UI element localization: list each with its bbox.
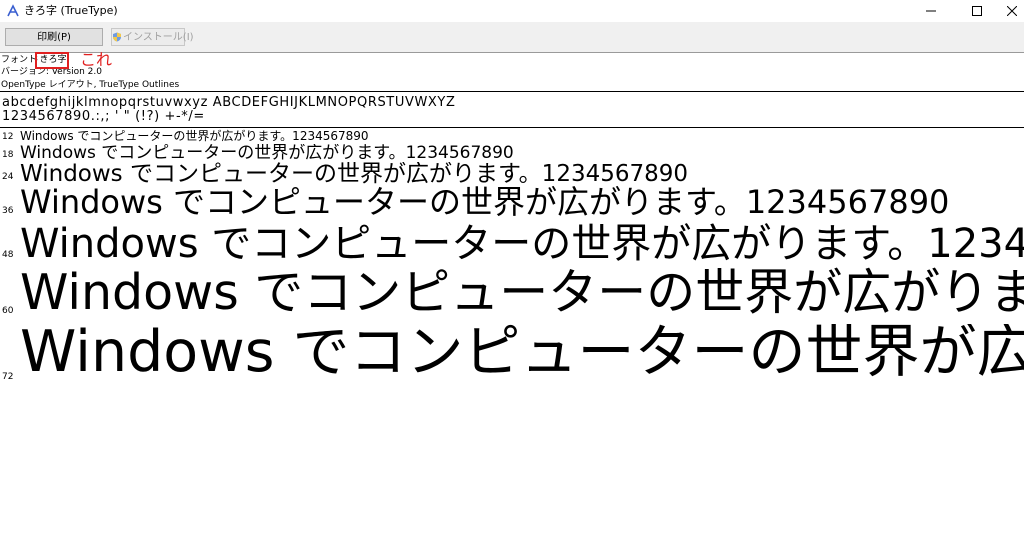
window-title: きろ字 (TrueType) <box>24 4 118 17</box>
sample-text: Windows でコンピューターの世界が広がります。1234567890 <box>20 324 1024 385</box>
install-button[interactable]: インストール(I) <box>111 28 194 46</box>
sample-text: Windows でコンピューターの世界が広がります。1234567890 <box>20 162 689 187</box>
size-label: 36 <box>2 206 14 216</box>
sample-text: Windows でコンピューターの世界が広がります。1234567890 <box>20 184 950 221</box>
sample-text: Windows でコンピューターの世界が広がります。1234567890 <box>20 144 514 163</box>
highlight-box <box>35 52 69 69</box>
font-info: フォント名: きろ字 これ バージョン: Version 2.0 OpenTyp… <box>0 51 1024 92</box>
divider <box>0 127 1024 128</box>
print-button[interactable]: 印刷(P) <box>5 28 103 46</box>
toolbar: 印刷(P) インストール(I) <box>0 22 1024 53</box>
shield-icon <box>113 32 121 42</box>
size-label: 60 <box>2 306 14 316</box>
size-label: 48 <box>2 250 14 260</box>
sample-row-60: 60 Windows でコンピューターの世界が広がります。1234567890 <box>0 266 1024 328</box>
install-label: インストール(I) <box>123 32 194 43</box>
size-label: 72 <box>2 372 14 382</box>
opentype-text: OpenType レイアウト, TrueType Outlines <box>1 80 180 90</box>
sample-text: Windows でコンピューターの世界が広がります。1234567890 <box>20 129 369 143</box>
size-label: 12 <box>2 132 14 142</box>
divider <box>0 91 1024 92</box>
minimize-icon <box>926 10 936 12</box>
sample-row-12: 12 Windows でコンピューターの世界が広がります。1234567890 <box>0 129 1024 145</box>
charset-line-1: abcdefghijklmnopqrstuvwxyz ABCDEFGHIJKLM… <box>2 95 456 110</box>
title-bar: きろ字 (TrueType) <box>0 0 1024 22</box>
sample-text: Windows でコンピューターの世界が広がります。1234567890 <box>20 266 1024 321</box>
close-icon <box>1007 6 1017 16</box>
sample-row-72: 72 Windows でコンピューターの世界が広がります。1234567890 <box>0 324 1024 396</box>
maximize-icon <box>972 6 982 16</box>
maximize-button[interactable] <box>954 0 1000 22</box>
font-a-icon <box>7 4 19 17</box>
charset-line-2: 1234567890.:,; ' " (!?) +-*/= <box>2 109 205 124</box>
minimize-button[interactable] <box>908 0 954 22</box>
sample-text: Windows でコンピューターの世界が広がります。1234567890 <box>20 222 1024 267</box>
size-label: 24 <box>2 172 14 182</box>
size-label: 18 <box>2 150 14 160</box>
sample-row-36: 36 Windows でコンピューターの世界が広がります。1234567890 <box>0 184 1024 224</box>
close-button[interactable] <box>1000 0 1024 22</box>
